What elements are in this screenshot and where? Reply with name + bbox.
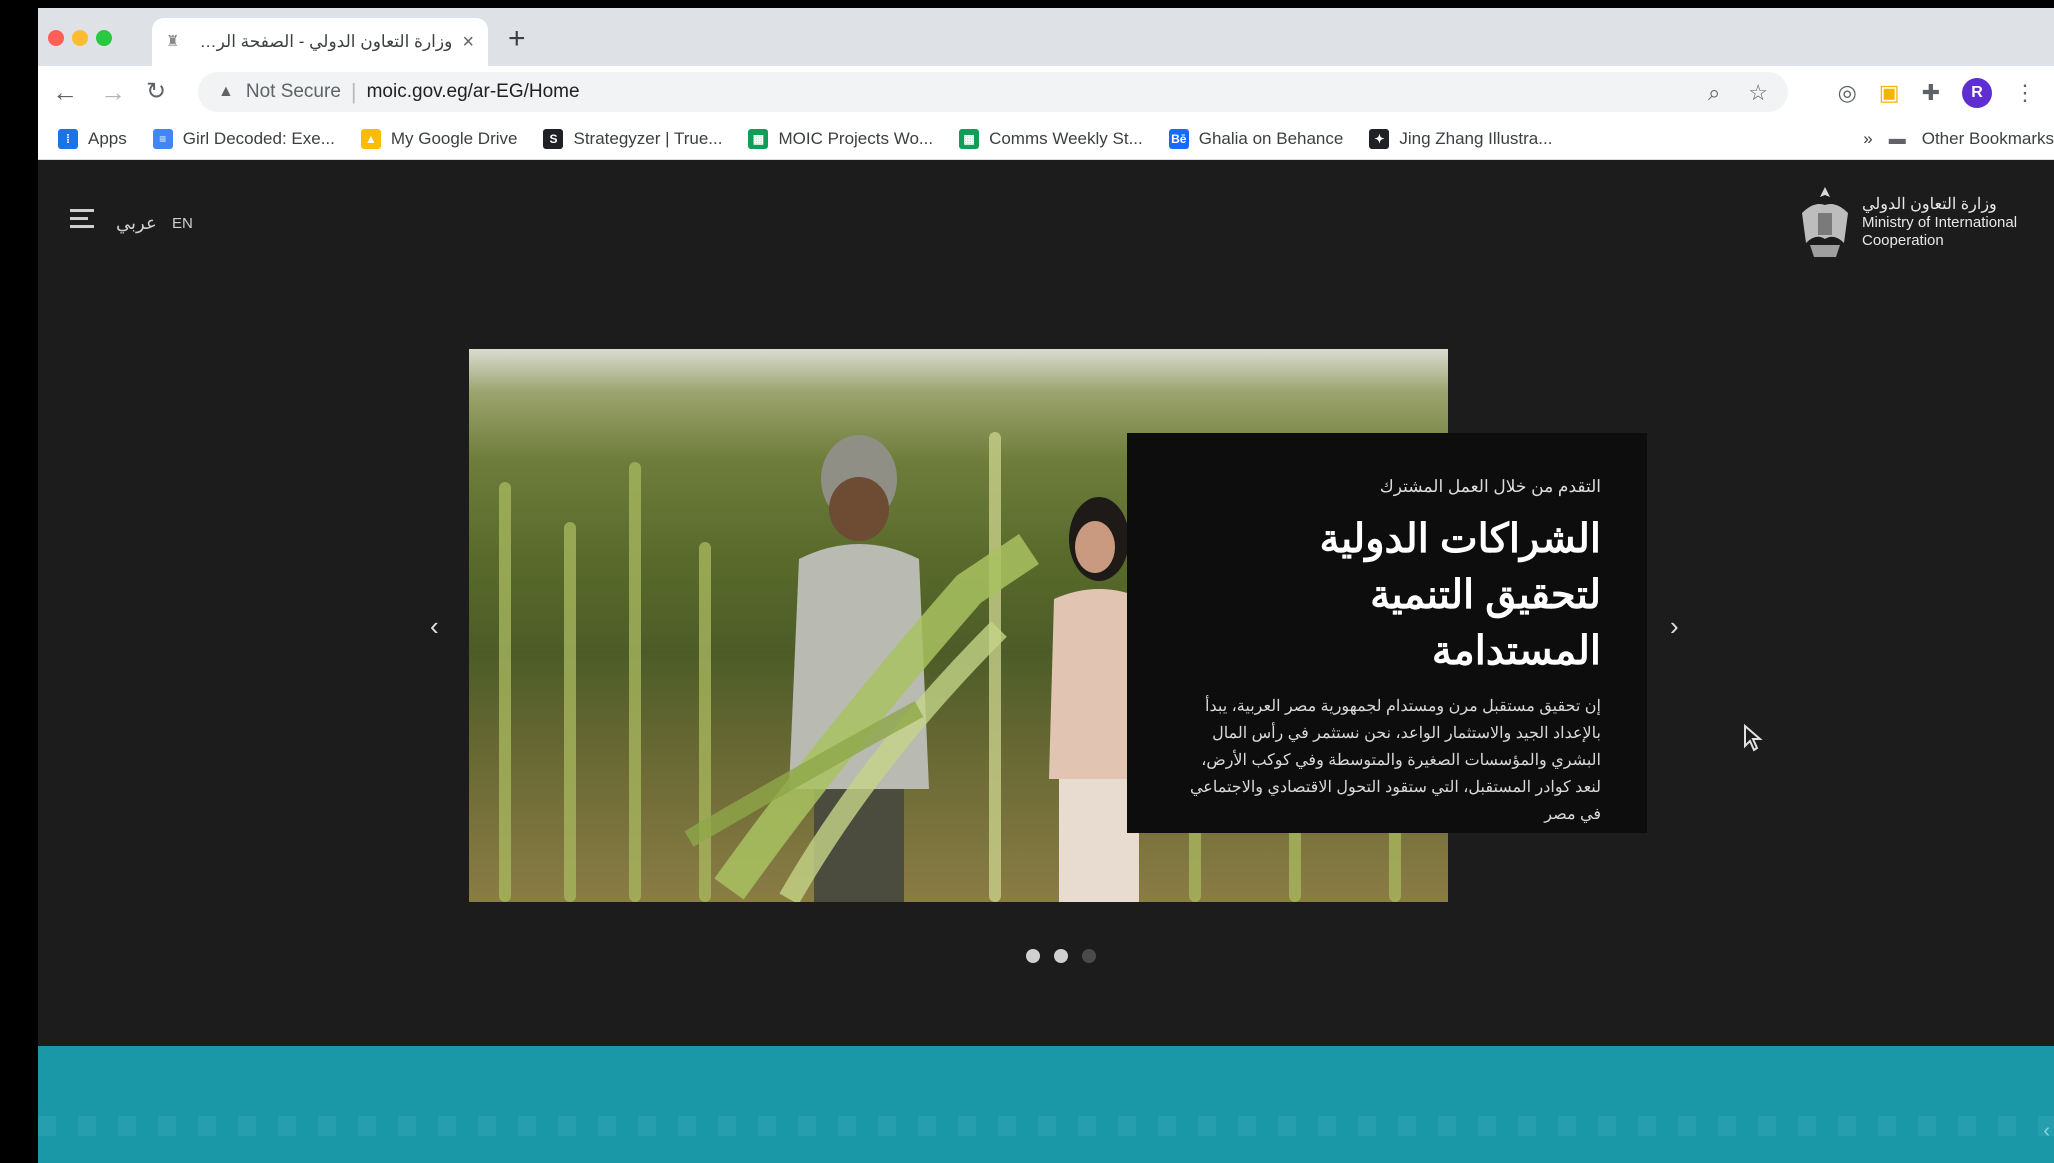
zoom-search-icon[interactable]: ⌕: [1708, 80, 1720, 106]
slider-dot[interactable]: [1026, 949, 1040, 963]
slider-dot[interactable]: [1082, 949, 1096, 963]
sheets-icon: ▦: [748, 128, 769, 149]
bookmark-label: Strategyzer | True...: [573, 128, 723, 148]
bookmark-label: My Google Drive: [390, 128, 518, 148]
new-tab-button[interactable]: +: [508, 24, 526, 54]
hero-title-line-1: الشراكات الدولية: [1319, 517, 1601, 561]
bookmark-star-icon[interactable]: ☆: [1748, 80, 1768, 106]
logo-english-text-2: Cooperation: [1862, 232, 1944, 249]
bookmark-label: Comms Weekly St...: [989, 128, 1143, 148]
reload-icon[interactable]: ↻: [146, 78, 166, 106]
hero-body-text: إن تحقيق مستقبل مرن ومستدام لجمهورية مصر…: [1189, 698, 1601, 823]
star-icon: ✦: [1369, 128, 1390, 149]
close-tab-icon[interactable]: ×: [462, 31, 474, 54]
bookmark-label: Jing Zhang Illustra...: [1399, 128, 1553, 148]
hero-title: الشراكات الدولية لتحقيق التنمية المستدام…: [1173, 511, 1601, 679]
bookmark-label: Ghalia on Behance: [1198, 128, 1344, 148]
more-menu-icon[interactable]: ⋮: [2014, 80, 2036, 106]
slider-pagination: [1026, 949, 1096, 963]
sheets-icon: ▦: [959, 128, 980, 149]
bookmark-item[interactable]: ▲ My Google Drive: [360, 128, 518, 149]
bookmark-item[interactable]: Bē Ghalia on Behance: [1168, 128, 1344, 149]
url-text[interactable]: moic.gov.eg/ar-EG/Home: [367, 81, 580, 103]
folder-icon: ▬: [1888, 129, 1906, 148]
hero-title-line-2: لتحقيق التنمية: [1370, 573, 1601, 617]
hero-caption-box: التقدم من خلال العمل المشترك الشراكات ال…: [1127, 433, 1647, 833]
menu-icon[interactable]: [70, 209, 94, 233]
bookmarks-right: » ▬ Other Bookmarks: [1863, 118, 2054, 160]
minimize-window-button[interactable]: [72, 30, 88, 46]
mouse-cursor-icon: [1744, 724, 1763, 752]
ministry-logo[interactable]: وزارة التعاون الدولي Ministry of Interna…: [1796, 183, 2017, 263]
logo-english-text-1: Ministry of International: [1862, 214, 2018, 231]
address-bar[interactable]: ▲ Not Secure | moic.gov.eg/ar-EG/Home ⌕ …: [198, 72, 1788, 112]
eagle-favicon-icon: ♜: [166, 33, 180, 50]
strategyzer-icon: S: [543, 128, 564, 149]
browser-toolbar: ← → ↻ ▲ Not Secure | moic.gov.eg/ar-EG/H…: [38, 66, 2054, 118]
back-icon[interactable]: ←: [52, 78, 78, 106]
forward-icon[interactable]: →: [100, 78, 126, 106]
tab-active[interactable]: ♜ وزارة التعاون الدولي - الصفحة الرئ... …: [152, 18, 488, 66]
security-label: Not Secure: [245, 81, 341, 102]
tab-strip: ♜ وزارة التعاون الدولي - الصفحة الرئ... …: [38, 8, 2054, 66]
sorghum-bundle: [684, 534, 1039, 902]
puzzle-extensions-icon[interactable]: ✚: [1922, 80, 1940, 106]
teal-section: ‹: [38, 1046, 2054, 1163]
website-page: عربي EN وزارة التعاون الدولي Ministry of…: [38, 161, 2054, 1163]
bookmark-item[interactable]: ≡ Girl Decoded: Exe...: [152, 128, 335, 149]
behance-icon: Bē: [1168, 128, 1189, 149]
chevron-left-icon[interactable]: ‹: [430, 611, 439, 642]
lang-english-link[interactable]: EN: [172, 215, 193, 232]
warning-icon[interactable]: ▲: [218, 83, 234, 101]
bookmarks-bar: ⁞ Apps ≡ Girl Decoded: Exe... ▲ My Google Dri…: [38, 118, 2054, 160]
drive-icon: ▲: [360, 128, 381, 149]
bookmark-item[interactable]: ▦ MOIC Projects Wo...: [748, 128, 934, 149]
browser-window: ♜ وزارة التعاون الدولي - الصفحة الرئ... …: [38, 8, 2054, 1163]
profile-avatar[interactable]: R: [1962, 78, 1992, 108]
logo-arabic-text: وزارة التعاون الدولي: [1862, 196, 1997, 213]
bookmark-label: Apps: [88, 128, 127, 148]
bookmarks-overflow-icon[interactable]: »: [1863, 129, 1872, 149]
scroll-indicator-icon[interactable]: ‹: [2043, 1120, 2050, 1143]
extension-box-icon[interactable]: ▣: [1879, 80, 1900, 106]
chevron-right-icon[interactable]: ›: [1670, 611, 1679, 642]
tab-title: وزارة التعاون الدولي - الصفحة الرئ...: [192, 32, 453, 51]
hero-kicker: التقدم من خلال العمل المشترك: [1379, 477, 1601, 496]
lang-arabic-link[interactable]: عربي: [116, 213, 157, 234]
apps-grid-icon: ⁞: [58, 128, 78, 149]
bookmark-item[interactable]: ⁞ Apps: [58, 128, 127, 149]
maximize-window-button[interactable]: [96, 30, 112, 46]
eagle-emblem-icon: [1802, 187, 1848, 257]
slider-dot[interactable]: [1054, 949, 1068, 963]
bookmark-item[interactable]: S Strategyzer | True...: [543, 128, 723, 149]
bookmark-item[interactable]: ✦ Jing Zhang Illustra...: [1369, 128, 1553, 149]
other-bookmarks-link[interactable]: Other Bookmarks: [1922, 129, 2054, 149]
extension-circle-icon[interactable]: ◎: [1838, 80, 1857, 106]
bookmark-item[interactable]: ▦ Comms Weekly St...: [959, 128, 1143, 149]
address-divider: |: [350, 79, 357, 104]
bookmark-label: MOIC Projects Wo...: [778, 128, 934, 148]
close-window-button[interactable]: [48, 30, 64, 46]
docs-icon: ≡: [152, 128, 173, 149]
hero-title-line-3: المستدامة: [1431, 629, 1601, 673]
bookmark-label: Girl Decoded: Exe...: [182, 128, 335, 148]
